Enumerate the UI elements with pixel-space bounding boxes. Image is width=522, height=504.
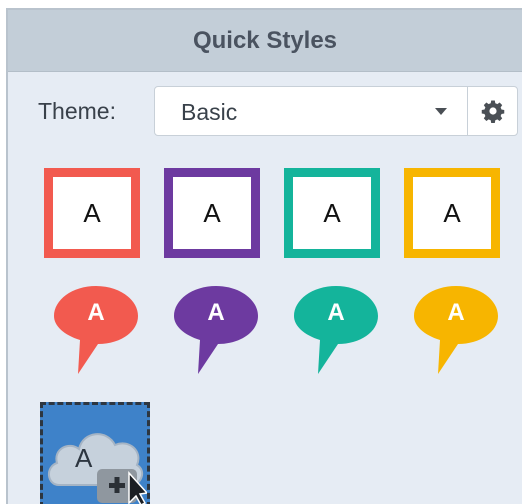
- panel-header: Quick Styles: [8, 10, 522, 72]
- callout-style-label: A: [87, 299, 105, 326]
- panel-title: Quick Styles: [192, 26, 338, 54]
- callout-style-teal[interactable]: A: [286, 282, 386, 382]
- dropdown-divider: [467, 87, 468, 135]
- custom-style-drop-target[interactable]: A: [40, 402, 150, 504]
- callout-style-label: A: [447, 299, 465, 326]
- box-style-label: A: [443, 197, 461, 228]
- callout-style-purple[interactable]: A: [166, 282, 266, 382]
- callout-style-yellow[interactable]: A: [406, 282, 506, 382]
- box-style-red[interactable]: A: [44, 168, 140, 258]
- theme-dropdown-value: Basic: [181, 99, 238, 125]
- callout-style-label: A: [327, 299, 345, 326]
- theme-label: Theme:: [38, 98, 116, 124]
- gear-icon[interactable]: [469, 87, 517, 135]
- box-style-purple[interactable]: A: [164, 168, 260, 258]
- quick-styles-panel: Quick Styles Theme: Basic A A A A A A A …: [6, 8, 522, 504]
- callout-style-label: A: [207, 299, 225, 326]
- box-style-yellow[interactable]: A: [404, 168, 500, 258]
- chevron-down-icon: [435, 108, 447, 115]
- theme-dropdown[interactable]: Basic: [154, 86, 518, 136]
- custom-style-label: A: [75, 443, 93, 473]
- box-style-label: A: [203, 197, 221, 228]
- theme-row: Theme: Basic: [8, 86, 522, 138]
- box-style-teal[interactable]: A: [284, 168, 380, 258]
- box-style-label: A: [83, 197, 101, 228]
- box-style-label: A: [323, 197, 341, 228]
- callout-style-red[interactable]: A: [46, 282, 146, 382]
